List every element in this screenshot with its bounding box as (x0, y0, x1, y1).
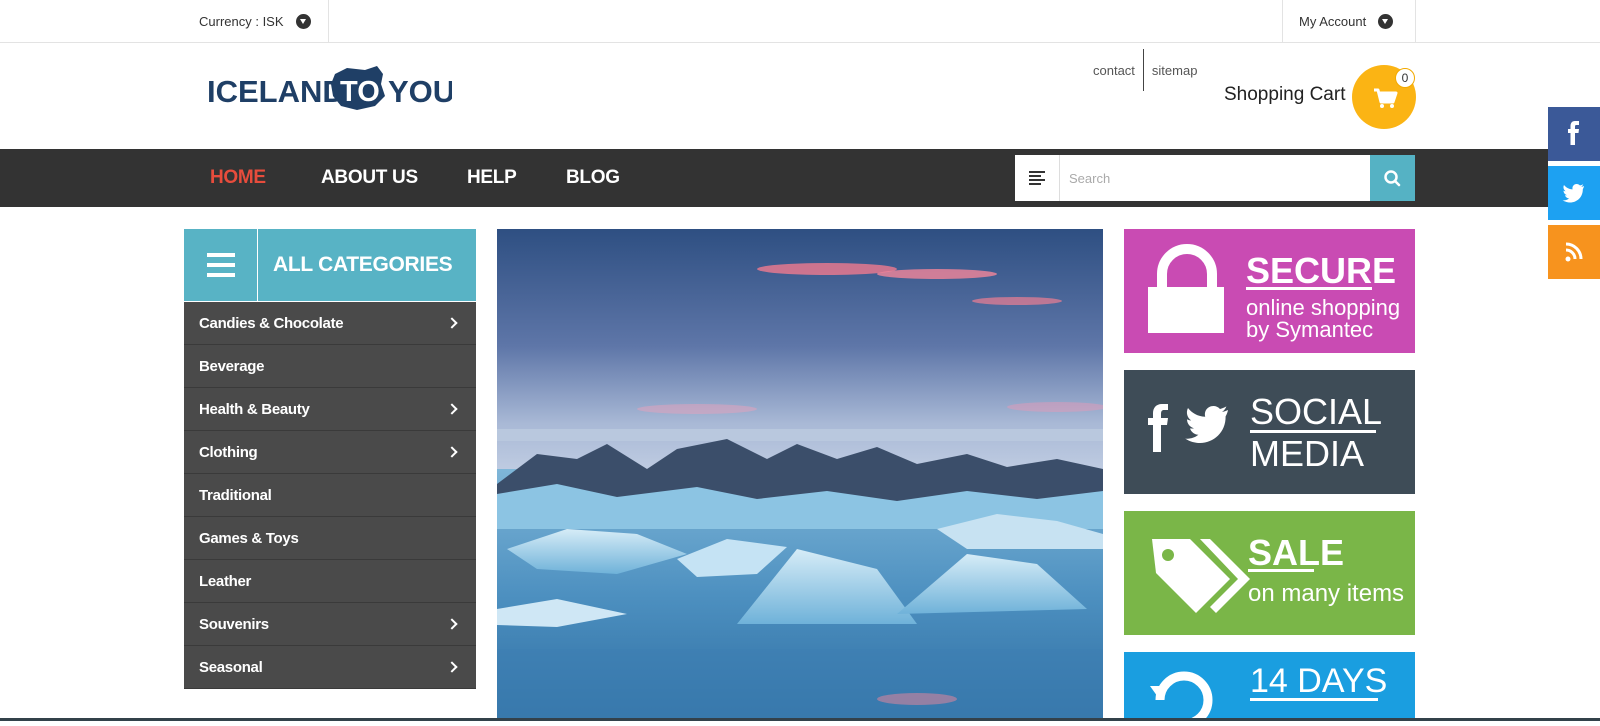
logo-text-you: YOU (388, 74, 452, 109)
logo-text-to: TO (340, 76, 380, 108)
chevron-down-icon (1378, 13, 1394, 29)
category-label: Clothing (199, 443, 258, 461)
all-categories-header[interactable]: ALL CATEGORIES (184, 229, 476, 301)
nav-about-us[interactable]: ABOUT US (321, 149, 418, 207)
twitter-button[interactable] (1548, 166, 1600, 220)
category-label: Leather (199, 572, 252, 590)
header-links: contact sitemap (1085, 49, 1205, 91)
currency-label: Currency : ISK (199, 13, 284, 29)
social-title-1: SOCIAL (1250, 391, 1382, 432)
facebook-button[interactable] (1548, 107, 1600, 161)
chevron-down-icon (295, 13, 311, 29)
category-clothing[interactable]: Clothing (184, 431, 476, 474)
logo-text-iceland: ICELAND (207, 74, 345, 109)
facebook-icon (1568, 121, 1579, 145)
category-list: Candies & Chocolate Beverage Health & Be… (184, 302, 476, 689)
category-label: Souvenirs (199, 615, 269, 633)
search-button[interactable] (1370, 155, 1415, 201)
category-health-beauty[interactable]: Health & Beauty (184, 388, 476, 431)
sitemap-link[interactable]: sitemap (1144, 49, 1206, 78)
return-arrow-icon (1155, 671, 1213, 726)
chevron-right-icon (446, 317, 458, 329)
sale-title: SALE (1248, 532, 1344, 573)
rss-icon (1565, 242, 1583, 262)
site-logo[interactable]: ICELAND TO YOU (207, 66, 455, 112)
account-label: My Account (1299, 13, 1367, 29)
chevron-right-icon (446, 618, 458, 630)
hero-slider-image[interactable] (497, 229, 1103, 721)
fourteen-days-returns-banner[interactable]: 14 DAYS (1124, 652, 1415, 726)
twitter-icon (1185, 406, 1228, 443)
social-media-banner[interactable]: SOCIAL MEDIA (1124, 370, 1415, 494)
secure-shopping-banner[interactable]: SECURE online shopping by Symantec (1124, 229, 1415, 353)
twitter-icon (1562, 184, 1584, 203)
category-games-toys[interactable]: Games & Toys (184, 517, 476, 560)
search-input[interactable] (1061, 155, 1370, 201)
returns-title: 14 DAYS (1250, 662, 1387, 700)
cart-count-badge: 0 (1395, 68, 1415, 88)
shopping-cart-label[interactable]: Shopping Cart (1224, 84, 1345, 106)
contact-link[interactable]: contact (1085, 49, 1143, 78)
category-label: Health & Beauty (199, 400, 310, 418)
category-candies-chocolate[interactable]: Candies & Chocolate (184, 302, 476, 345)
search-bar (1015, 155, 1415, 201)
menu-lines-icon (1029, 171, 1045, 185)
hamburger-icon (184, 229, 258, 301)
chevron-right-icon (446, 446, 458, 458)
all-categories-title: ALL CATEGORIES (273, 253, 453, 276)
category-label: Traditional (199, 486, 272, 504)
category-label: Beverage (199, 357, 265, 375)
my-account-dropdown[interactable]: My Account (1282, 0, 1416, 42)
search-category-menu[interactable] (1015, 155, 1060, 201)
secure-title: SECURE (1246, 250, 1396, 291)
rss-button[interactable] (1548, 225, 1600, 279)
currency-selector[interactable]: Currency : ISK (184, 0, 329, 42)
chevron-right-icon (446, 403, 458, 415)
facebook-icon (1148, 404, 1168, 452)
top-bar: Currency : ISK My Account (0, 0, 1600, 43)
category-label: Seasonal (199, 658, 263, 676)
category-label: Candies & Chocolate (199, 314, 344, 332)
category-beverage[interactable]: Beverage (184, 345, 476, 388)
social-title-2: MEDIA (1250, 433, 1364, 474)
search-icon (1384, 170, 1401, 187)
category-traditional[interactable]: Traditional (184, 474, 476, 517)
secure-line2: by Symantec (1246, 317, 1373, 342)
category-label: Games & Toys (199, 529, 299, 547)
category-souvenirs[interactable]: Souvenirs (184, 603, 476, 646)
sale-line1: on many items (1248, 580, 1404, 607)
category-seasonal[interactable]: Seasonal (184, 646, 476, 689)
nav-help[interactable]: HELP (467, 149, 517, 207)
chevron-right-icon (446, 661, 458, 673)
sale-banner[interactable]: SALE on many items (1124, 511, 1415, 635)
nav-blog[interactable]: BLOG (566, 149, 620, 207)
nav-home[interactable]: HOME (210, 149, 266, 207)
lock-icon (1157, 244, 1217, 289)
category-leather[interactable]: Leather (184, 560, 476, 603)
